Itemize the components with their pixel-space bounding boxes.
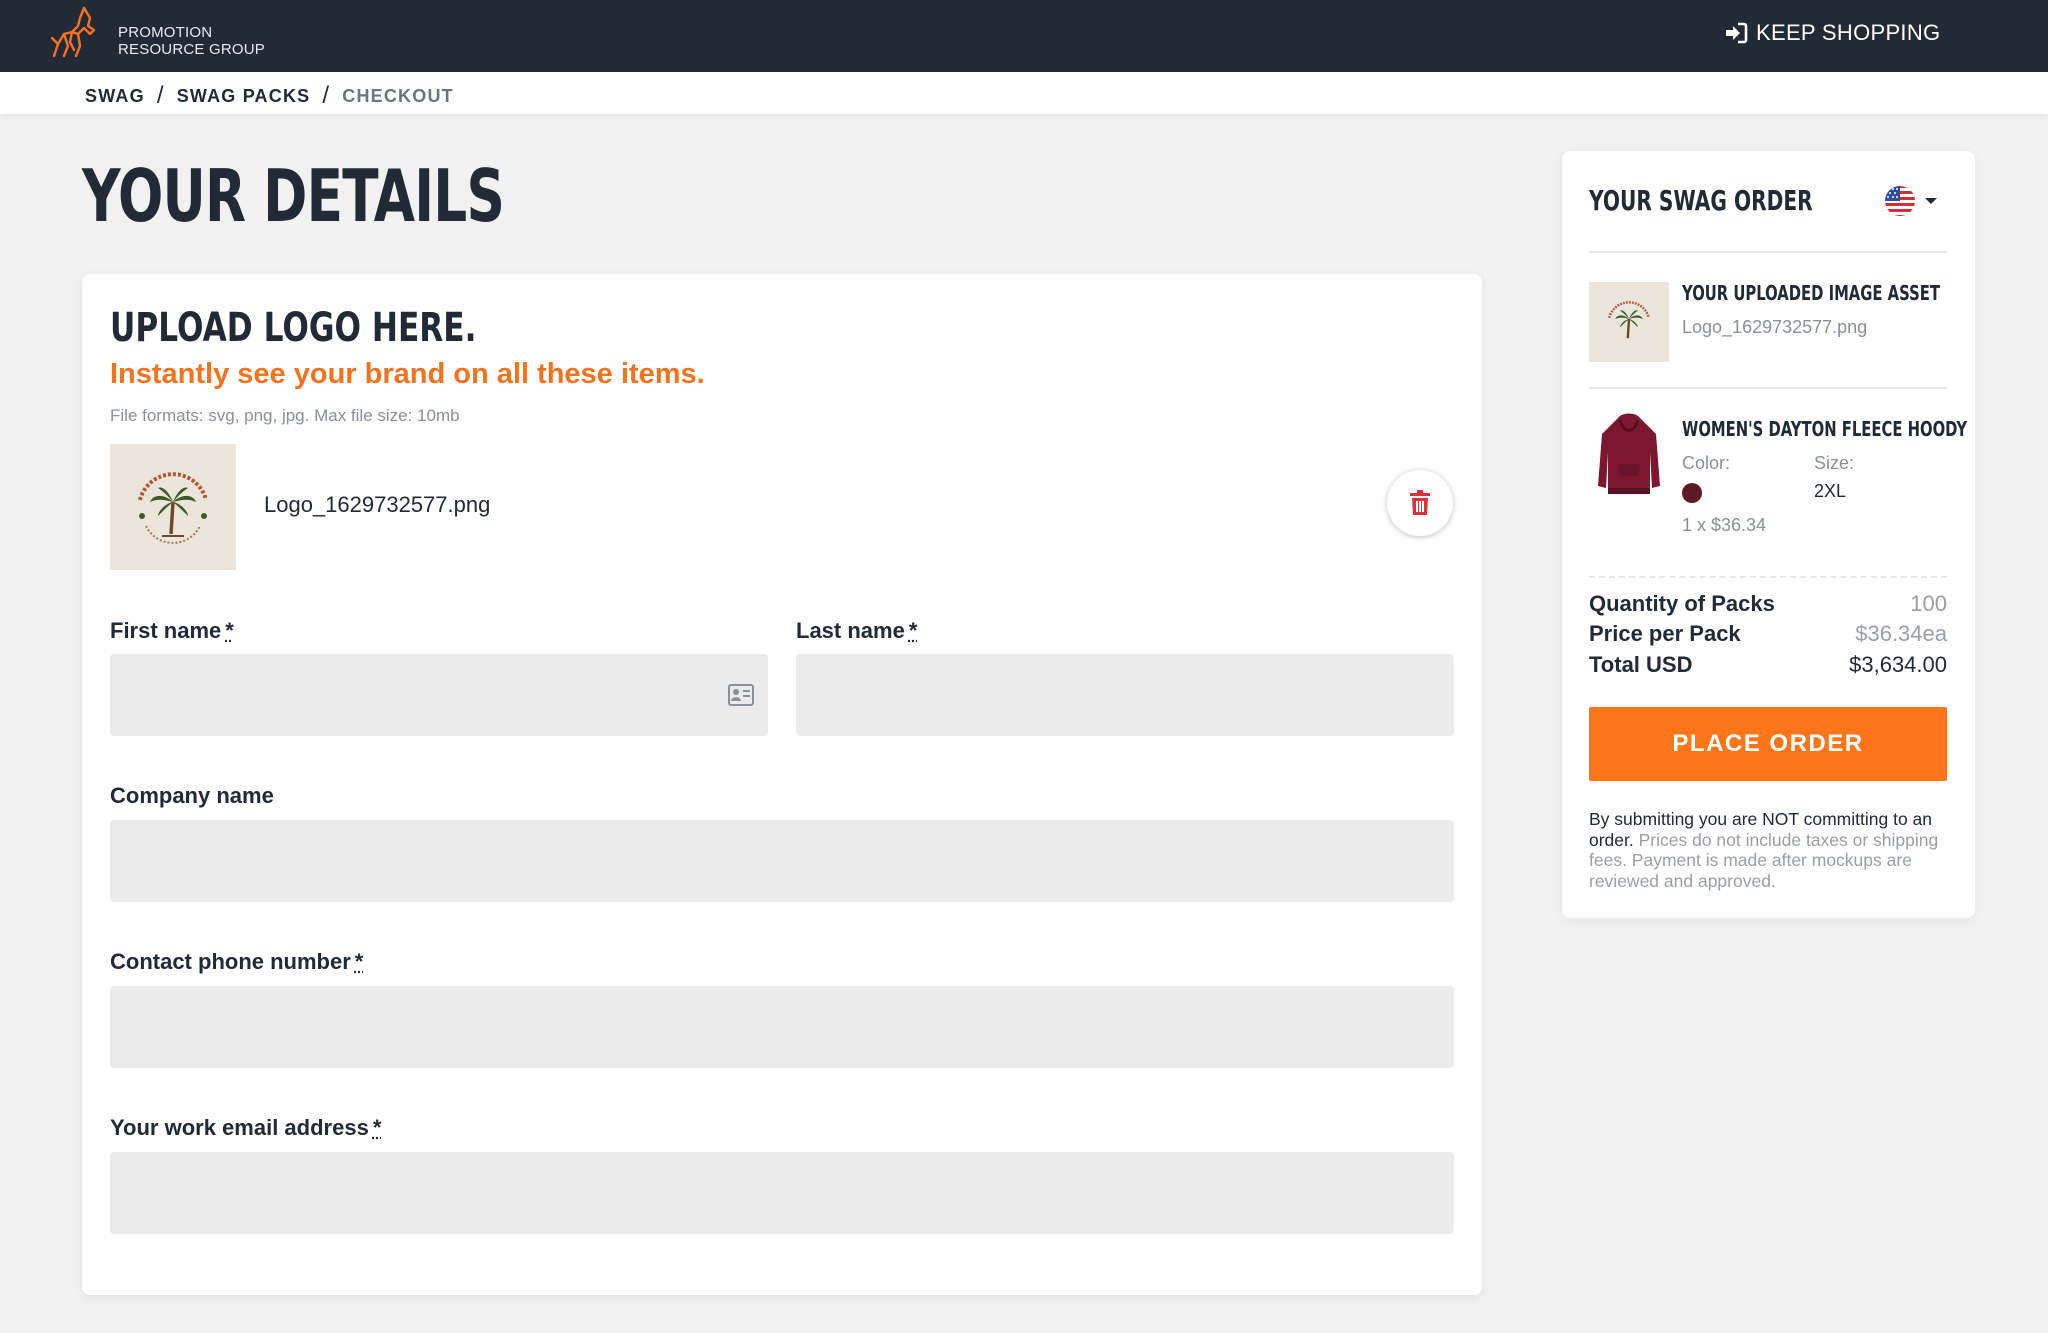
- total-label: Total USD: [1589, 652, 1693, 677]
- divider: [1589, 576, 1947, 578]
- email-label: Your work email address *: [110, 1115, 381, 1141]
- palm-tree-logo-icon: [138, 472, 208, 544]
- divider: [1589, 251, 1947, 253]
- price-value: $36.34ea: [1855, 621, 1947, 646]
- hoody-thumbnail: [1589, 413, 1669, 495]
- brand-name[interactable]: PROMOTION RESOURCE GROUP: [118, 24, 265, 58]
- phone-label: Contact phone number *: [110, 949, 363, 975]
- breadcrumb-checkout: CHECKOUT: [342, 85, 454, 106]
- divider: [1589, 387, 1947, 389]
- price-label: Price per Pack: [1589, 621, 1741, 646]
- uploaded-logo-thumbnail: [110, 444, 236, 570]
- trash-icon: [1410, 490, 1430, 515]
- breadcrumb-swag-packs[interactable]: SWAG PACKS: [177, 86, 311, 107]
- horse-logo-icon[interactable]: [48, 4, 106, 60]
- uploaded-file-name: Logo_1629732577.png: [264, 492, 491, 517]
- quantity-price: 1 x $36.34: [1682, 515, 1767, 535]
- brand-line-2: RESOURCE GROUP: [118, 41, 265, 58]
- order-disclaimer: By submitting you are NOT committing to …: [1589, 809, 1949, 891]
- last-name-input[interactable]: [796, 654, 1454, 736]
- sign-in-icon: [1726, 22, 1748, 44]
- page-title: YOUR DETAILS: [82, 154, 505, 238]
- first-name-input[interactable]: [110, 654, 768, 736]
- file-formats-hint: File formats: svg, png, jpg. Max file si…: [110, 406, 460, 425]
- total-value: $3,634.00: [1849, 652, 1947, 677]
- email-input[interactable]: [110, 1152, 1454, 1234]
- asset-thumbnail: [1589, 282, 1669, 362]
- required-marker: *: [908, 618, 918, 643]
- order-title: YOUR SWAG ORDER: [1589, 184, 1813, 217]
- first-name-label: First name *: [110, 618, 234, 644]
- required-marker: *: [354, 949, 364, 974]
- order-summary-card: YOUR SWAG ORDER YOUR UPLOADED IMAGE ASSE…: [1562, 151, 1975, 918]
- delete-logo-button[interactable]: [1387, 470, 1453, 536]
- size-label: Size:: [1814, 453, 1855, 473]
- color-swatch[interactable]: [1682, 483, 1702, 503]
- quantity-value: 100: [1910, 591, 1947, 616]
- last-name-label-text: Last name: [796, 618, 905, 643]
- caret-down-icon: [1925, 198, 1937, 204]
- first-name-label-text: First name: [110, 618, 222, 643]
- top-nav-bar: PROMOTION RESOURCE GROUP KEEP SHOPPING: [0, 0, 2048, 72]
- quantity-label: Quantity of Packs: [1589, 591, 1775, 616]
- place-order-button[interactable]: PLACE ORDER: [1589, 707, 1947, 781]
- keep-shopping-button[interactable]: KEEP SHOPPING: [1724, 18, 1940, 48]
- last-name-label: Last name *: [796, 618, 917, 644]
- upload-title: UPLOAD LOGO HERE.: [110, 305, 477, 351]
- details-form-card: UPLOAD LOGO HERE. Instantly see your bra…: [82, 274, 1482, 1295]
- required-marker: *: [372, 1115, 382, 1140]
- breadcrumb-separator: /: [156, 82, 165, 109]
- hoody-icon: [1598, 413, 1660, 494]
- company-name-label: Company name: [110, 783, 274, 808]
- palm-tree-logo-icon: [1608, 301, 1650, 339]
- color-label: Color:: [1682, 453, 1731, 473]
- required-marker: *: [225, 618, 234, 643]
- product-title: WOMEN'S DAYTON FLEECE HOODY: [1682, 417, 1968, 441]
- keep-shopping-label: KEEP SHOPPING: [1756, 20, 1941, 45]
- phone-input[interactable]: [110, 986, 1454, 1068]
- asset-title: YOUR UPLOADED IMAGE ASSET: [1682, 281, 1940, 305]
- size-value: 2XL: [1814, 481, 1847, 501]
- us-flag-icon: [1885, 186, 1915, 216]
- currency-dropdown[interactable]: [1884, 185, 1938, 217]
- phone-label-text: Contact phone number: [110, 949, 351, 974]
- contact-card-icon[interactable]: [728, 684, 754, 706]
- company-name-input[interactable]: [110, 820, 1454, 902]
- breadcrumb-swag[interactable]: SWAG: [85, 86, 145, 107]
- breadcrumb-bar: SWAG / SWAG PACKS / CHECKOUT: [0, 72, 2048, 114]
- breadcrumb-separator: /: [322, 82, 331, 109]
- disclaimer-rest: Prices do not include taxes or shipping …: [1589, 829, 1939, 891]
- brand-line-1: PROMOTION: [118, 24, 213, 41]
- asset-file-name: Logo_1629732577.png: [1682, 317, 1868, 337]
- breadcrumb: SWAG / SWAG PACKS / CHECKOUT: [85, 82, 454, 110]
- upload-subtitle: Instantly see your brand on all these it…: [110, 358, 705, 390]
- email-label-text: Your work email address: [110, 1115, 369, 1140]
